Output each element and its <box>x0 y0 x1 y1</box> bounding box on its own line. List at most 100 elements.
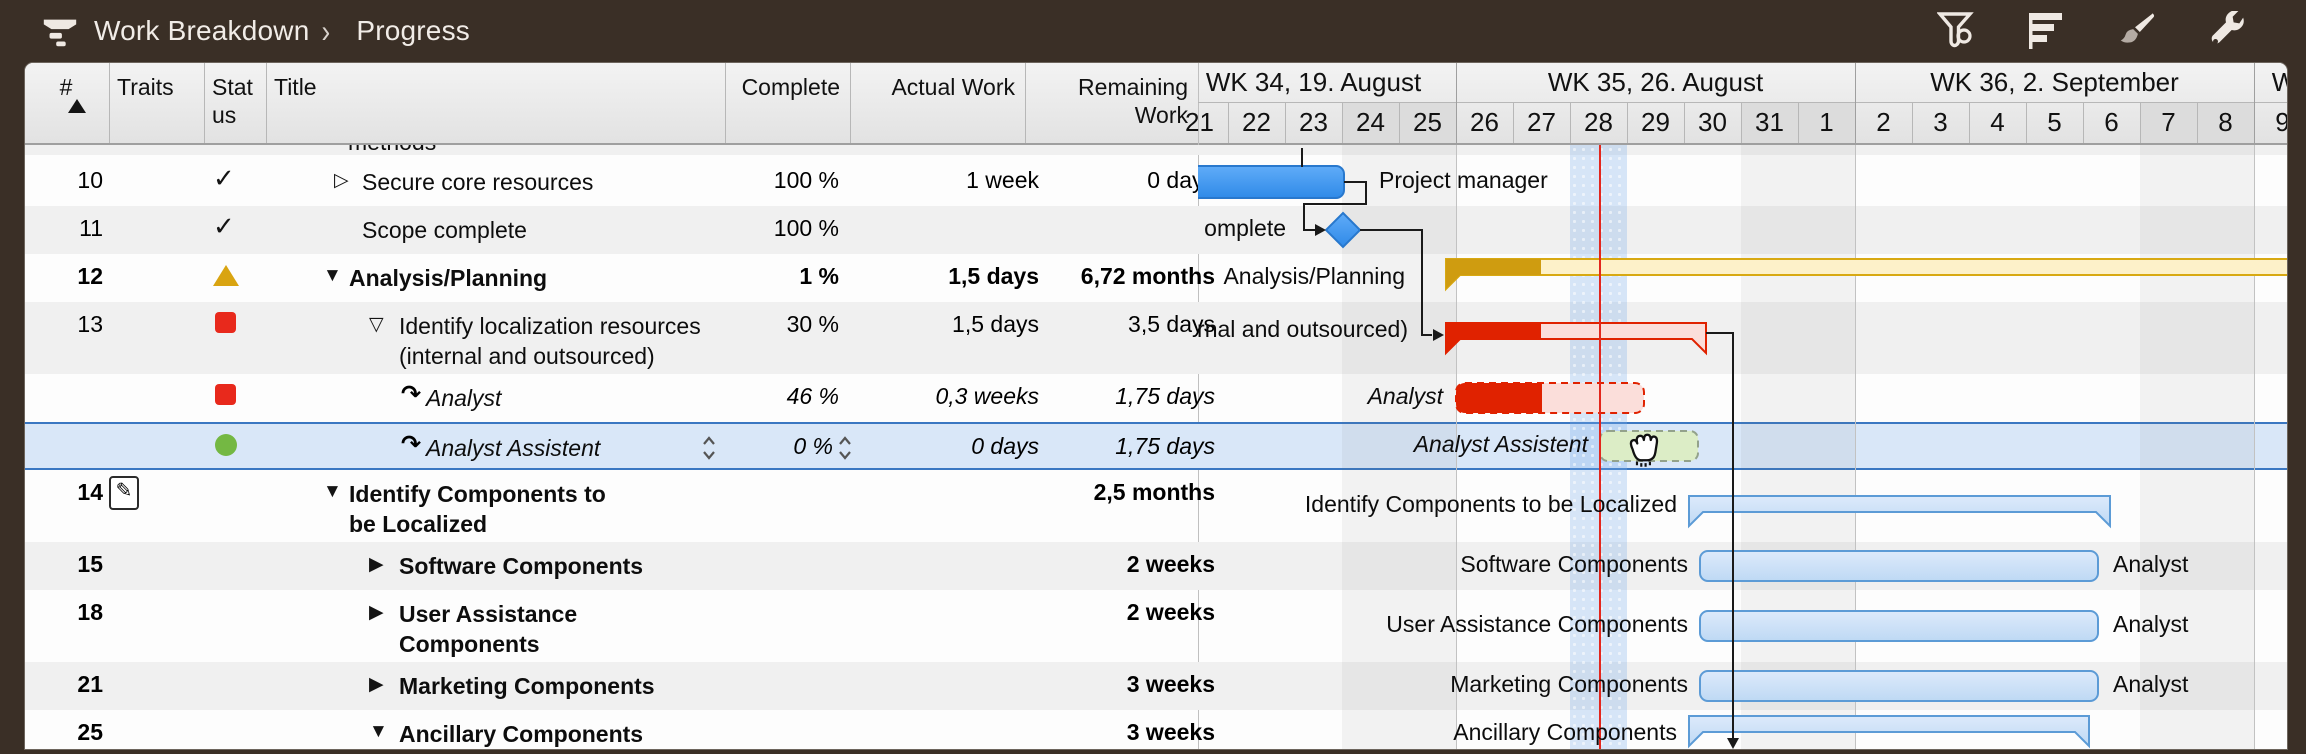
bar-analyst-progress <box>1456 383 1542 413</box>
column-header-complete[interactable]: Complete <box>733 73 840 101</box>
warning-triangle-icon <box>213 265 239 286</box>
breadcrumb-separator: › <box>321 12 330 51</box>
column-divider <box>109 63 110 143</box>
complete-value: 46 % <box>725 383 839 410</box>
complete-stepper[interactable] <box>837 434 853 462</box>
column-divider <box>725 63 726 143</box>
label-analyst-2: Analyst <box>2113 551 2188 578</box>
actual-work-value: 1,5 days <box>850 263 1039 290</box>
row-number: 14 <box>25 479 103 506</box>
sort-ascending-icon <box>68 99 86 113</box>
complete-value: 100 % <box>725 167 839 194</box>
assignment-arrow-icon: ↷ <box>401 430 421 459</box>
label-analysis-planning: Analysis/Planning <box>1223 263 1405 290</box>
disclosure-triangle[interactable]: ▽ <box>369 313 384 336</box>
app-window: Work Breakdown › Progress <box>0 0 2306 754</box>
row-number: 21 <box>25 671 103 698</box>
remaining-work-value: 6,72 months <box>1025 263 1215 290</box>
remaining-work-value: 3 weeks <box>1025 719 1215 746</box>
bar-marketing-components[interactable] <box>1700 671 2098 701</box>
label-user-assistance: User Assistance Components <box>1386 611 1688 638</box>
bar-software-components[interactable] <box>1700 551 2098 581</box>
row-title: Analyst <box>426 383 501 413</box>
column-header-title[interactable]: Title <box>274 73 715 101</box>
dep-milestone-to-identify-arrowhead <box>1433 329 1444 341</box>
row-title: Secure core resources <box>362 167 593 197</box>
disclosure-triangle[interactable]: ▶ <box>369 673 384 696</box>
bar-analysis-planning-progress <box>1446 259 1541 289</box>
milestone-scope-complete[interactable] <box>1326 213 1360 247</box>
red-square-status-icon <box>215 312 236 333</box>
row-title: User Assistance Components <box>399 599 644 659</box>
green-circle-status-icon <box>215 434 237 456</box>
status-cell <box>25 259 265 293</box>
column-header-num[interactable]: # <box>33 73 99 101</box>
bar-identify-localization-progress <box>1446 323 1541 353</box>
label-analyst-4: Analyst <box>2113 671 2188 698</box>
column-divider <box>204 63 205 143</box>
work-breakdown-icon <box>40 11 80 51</box>
status-cell <box>25 379 265 413</box>
dep-secure-to-milestone-arrowhead <box>1315 224 1326 236</box>
label-marketing: Marketing Components <box>1450 671 1688 698</box>
column-header-status[interactable]: Status <box>212 73 260 129</box>
label-project-manager: Project manager <box>1379 167 1548 194</box>
column-header-traits[interactable]: Traits <box>117 73 194 101</box>
label-software-components: Software Components <box>1460 551 1688 578</box>
column-divider <box>1025 63 1026 143</box>
actual-work-value: 0 days <box>850 433 1039 460</box>
title-stepper[interactable] <box>701 434 717 462</box>
disclosure-triangle[interactable]: ▼ <box>369 721 388 743</box>
complete-value: 1 % <box>725 263 839 290</box>
disclosure-triangle[interactable]: ▼ <box>323 481 342 503</box>
label-analyst-assistent: Analyst Assistent <box>1414 431 1588 458</box>
label-analyst-3: Analyst <box>2113 611 2188 638</box>
grab-hand-cursor <box>1619 425 1665 471</box>
brush-icon[interactable] <box>2116 11 2156 51</box>
remaining-work-value: 0 days <box>1025 167 1215 194</box>
row-title: Identify Components to be Localized <box>349 479 634 539</box>
disclosure-triangle[interactable]: ▶ <box>369 553 384 576</box>
row-number: 25 <box>25 719 103 746</box>
disclosure-triangle[interactable]: ▶ <box>369 601 384 624</box>
view-title-primary: Work Breakdown <box>94 15 309 47</box>
remaining-work-value: 3,5 days <box>1025 311 1215 338</box>
complete-value: 0 % <box>725 433 833 460</box>
dep-identify-down-arrowhead <box>1727 738 1739 749</box>
now-line <box>1599 145 1601 750</box>
column-header-remaining[interactable]: Remaining Work <box>1033 73 1188 129</box>
funnel-icon[interactable] <box>1936 11 1976 51</box>
remaining-work-value: 2 weeks <box>1025 599 1215 626</box>
disclosure-triangle[interactable]: ▼ <box>323 265 342 287</box>
row-title: Software Components <box>399 551 643 581</box>
outline-icon[interactable] <box>2026 11 2066 51</box>
status-cell <box>25 429 265 463</box>
gantt-draw-layer <box>1198 145 2288 750</box>
bar-identify-components[interactable] <box>1689 496 2110 526</box>
label-identify-components: Identify Components to be Localized <box>1305 491 1677 518</box>
disclosure-triangle[interactable]: ▷ <box>334 169 349 192</box>
bar-ancillary-components[interactable] <box>1689 716 2089 746</box>
complete-value: 30 % <box>725 311 839 338</box>
status-cell: ✓ <box>25 163 265 197</box>
bar-user-assistance-components[interactable] <box>1700 611 2098 641</box>
label-scope-complete-clipped: omplete <box>1204 215 1286 242</box>
bar-secure-core-resources[interactable] <box>1198 166 1344 198</box>
actual-work-value: 0,3 weeks <box>850 383 1039 410</box>
remaining-work-value: 1,75 days <box>1025 383 1215 410</box>
edit-pencil-icon: ✎ <box>109 476 139 510</box>
status-cell <box>25 307 265 341</box>
wrench-icon[interactable] <box>2206 11 2246 51</box>
label-analyst: Analyst <box>1368 383 1443 410</box>
bar-analysis-planning[interactable] <box>1446 259 2288 289</box>
label-identify-localization-clipped: rnal and outsourced) <box>1198 316 1408 343</box>
row-title: Identify localization resources (interna… <box>399 311 729 371</box>
top-toolbar: Work Breakdown › Progress <box>0 0 2306 62</box>
column-header-actual[interactable]: Actual Work <box>858 73 1015 101</box>
complete-value: 100 % <box>725 215 839 242</box>
red-square-status-icon <box>215 384 236 405</box>
breadcrumb: Work Breakdown › Progress <box>40 11 470 51</box>
work-breakdown-panel: # Traits Status Title Complete Actual Work Rem… <box>24 62 2288 750</box>
actual-work-value: 1 week <box>850 167 1039 194</box>
remaining-work-value: 1,75 days <box>1025 433 1215 460</box>
